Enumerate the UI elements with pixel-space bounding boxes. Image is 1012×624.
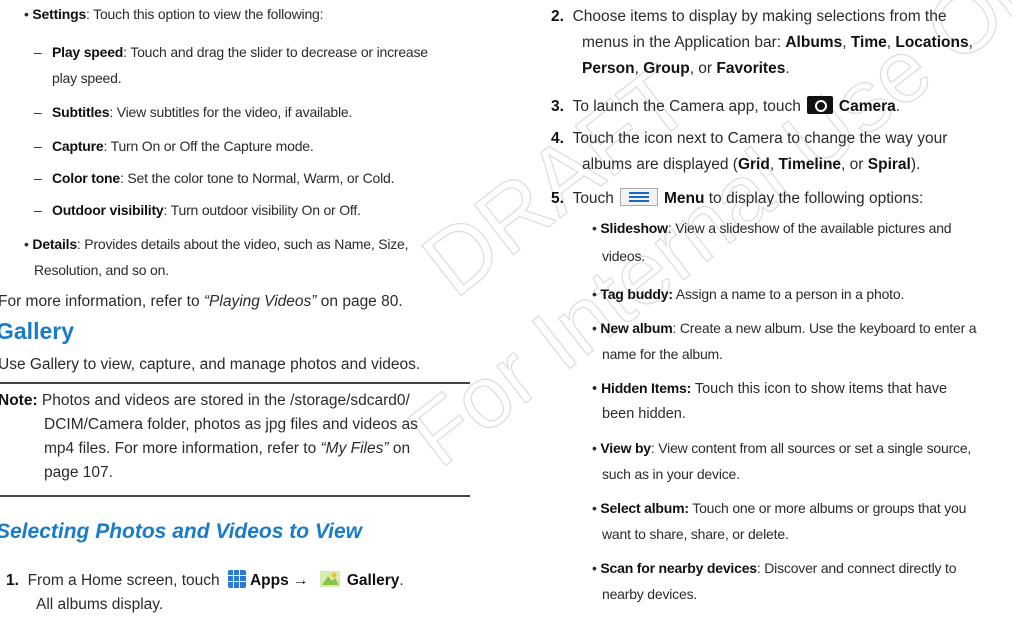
bullet-scan-nearby: • Scan for nearby devices: Discover and … (592, 560, 957, 576)
apps-icon (227, 570, 246, 588)
step-2-line-1: 2. Choose items to display by making sel… (551, 8, 947, 25)
gallery-intro: Use Gallery to view, capture, and manage… (0, 356, 421, 373)
watermark-draft: DRAFT (405, 47, 709, 316)
bullet-tag-buddy: • Tag buddy: Assign a name to a person i… (592, 286, 905, 302)
note-top-rule (0, 382, 470, 384)
menu-icon (619, 188, 658, 206)
bullet-select-album-cont: want to share, share, or delete. (602, 526, 789, 542)
bullet-hidden-items-cont: been hidden. (602, 406, 686, 422)
note-line-1: Note: Photos and videos are stored in th… (0, 392, 410, 409)
bullet-view-by-cont: such as in your device. (602, 466, 740, 482)
sub-bullet-play-speed-cont: play speed. (52, 70, 122, 86)
bullet-slideshow: • Slideshow: View a slideshow of the ava… (592, 220, 952, 236)
bullet-details-cont: Resolution, and so on. (34, 262, 169, 278)
step-5: 5. Touch Menu to display the following op… (551, 188, 924, 207)
note-line-3: mp4 files. For more information, refer t… (44, 440, 411, 457)
step-1: 1. From a Home screen, touch Apps → Gall… (6, 570, 404, 589)
note-line-2: DCIM/Camera folder, photos as jpg files … (44, 416, 418, 433)
note-line-4: page 107. (44, 464, 113, 481)
gallery-heading: Gallery (0, 318, 74, 344)
sub-bullet-play-speed: – Play speed: Touch and drag the slider t… (34, 44, 428, 60)
bullet-new-album-cont: name for the album. (602, 346, 723, 362)
bullet-details: • Details: Provides details about the vi… (24, 236, 409, 252)
bullet-slideshow-cont: videos. (602, 248, 645, 264)
bullet-view-by: • View by: View content from all sources… (592, 440, 972, 456)
bullet-settings: • Settings: Touch this option to view th… (24, 6, 324, 22)
sub-bullet-subtitles: – Subtitles: View subtitles for the video… (34, 104, 353, 120)
more-info-playing-videos: For more information, refer to “Playing … (0, 293, 403, 310)
step-4-line-2: albums are displayed (Grid, Timeline, or… (582, 156, 921, 173)
sub-bullet-outdoor-visibility: – Outdoor visibility: Turn outdoor visibi… (34, 202, 361, 218)
note-bottom-rule (0, 495, 470, 497)
step-2-line-3: Person, Group, or Favorites. (582, 60, 790, 77)
bullet-scan-nearby-cont: nearby devices. (602, 586, 698, 602)
camera-icon (806, 96, 833, 114)
bullet-hidden-items: • Hidden Items: Touch this icon to show … (592, 380, 948, 397)
bullet-select-album: • Select album: Touch one or more albums… (592, 500, 967, 516)
sub-bullet-color-tone: – Color tone: Set the color tone to Norma… (34, 170, 395, 186)
step-4-line-1: 4. Touch the icon next to Camera to chan… (551, 130, 948, 147)
selecting-photos-heading: Selecting Photos and Videos to View (0, 520, 363, 543)
step-3: 3. To launch the Camera app, touch Camera… (551, 96, 901, 115)
step-2-line-2: menus in the Application bar: Albums, Ti… (582, 34, 973, 51)
gallery-icon (319, 571, 340, 587)
sub-bullet-capture: – Capture: Turn On or Off the Capture mod… (34, 138, 314, 154)
bullet-new-album: • New album: Create a new album. Use the… (592, 320, 977, 336)
step-1-cont: All albums display. (36, 596, 164, 613)
